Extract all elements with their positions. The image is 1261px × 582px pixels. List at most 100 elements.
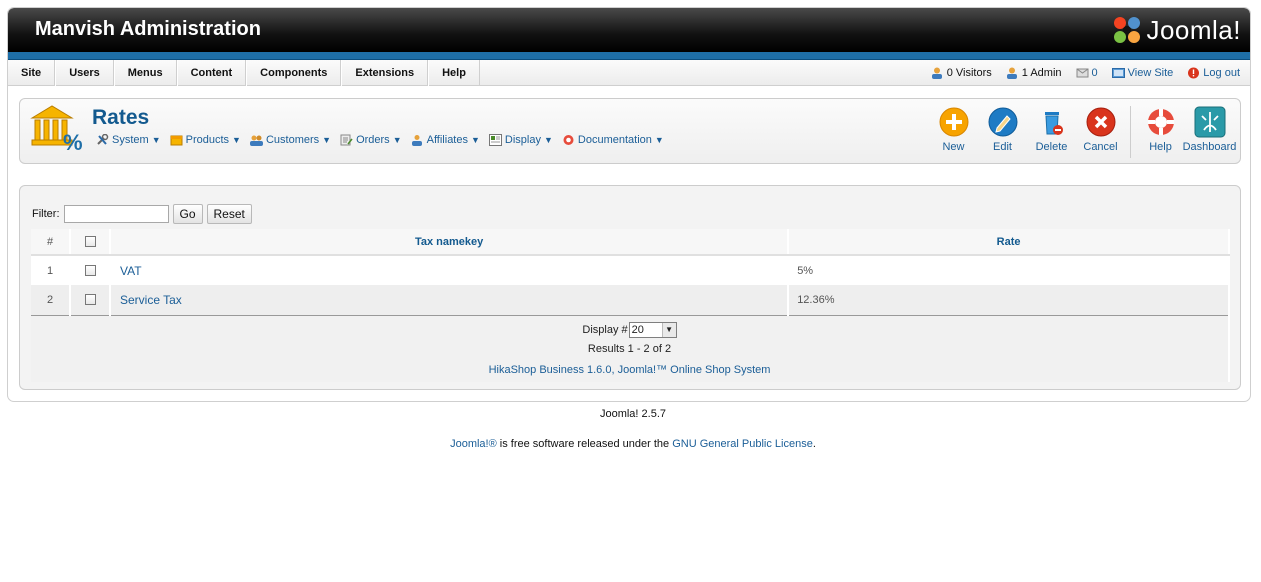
license-period: . [812, 438, 816, 450]
row-checkbox[interactable] [84, 294, 96, 306]
col-tax-namekey[interactable]: Tax namekey [110, 229, 790, 256]
chevron-down-icon: ▼ [151, 135, 161, 145]
chevron-down-icon: ▼ [470, 135, 480, 145]
submenu-system[interactable]: System ▼ [96, 134, 161, 146]
go-button[interactable]: Go [172, 204, 203, 224]
help-button-label: Help [1149, 141, 1172, 153]
view-site[interactable]: View Site [1111, 67, 1174, 79]
affiliates-icon [411, 135, 422, 146]
svg-text:%: % [63, 130, 82, 152]
chevron-down-icon: ▼ [392, 135, 402, 145]
display-label: Display # [582, 323, 628, 336]
lifebuoy-icon [563, 135, 574, 145]
view-site-icon [1111, 68, 1125, 78]
submenu-orders[interactable]: Orders ▼ [340, 134, 402, 146]
cancel-button[interactable]: Cancel [1076, 106, 1125, 158]
table-row: 1 VAT 5% [31, 255, 1230, 285]
customers-icon [249, 135, 263, 146]
visitors-icon [931, 67, 942, 79]
menu-content[interactable]: Content [176, 60, 247, 86]
filter-bar: Filter: Go Reset [32, 204, 252, 224]
orders-icon [340, 134, 353, 146]
plus-icon [939, 107, 968, 137]
dashboard-button[interactable]: Dashboard [1183, 106, 1236, 158]
display-select-value: 20 [631, 323, 644, 336]
logout[interactable]: Log out [1187, 67, 1240, 79]
submenu-orders-label: Orders [356, 134, 390, 146]
namekey-link[interactable]: Service Tax [120, 293, 182, 307]
license-line: Joomla!® is free software released under… [0, 438, 1261, 450]
cancel-button-label: Cancel [1083, 141, 1118, 153]
chevron-down-icon: ▼ [232, 135, 241, 145]
submenu-products-label: Products [185, 134, 230, 146]
rate-cell: 12.36% [788, 285, 1230, 315]
new-button[interactable]: New [929, 106, 978, 158]
products-icon [170, 135, 183, 146]
filter-label: Filter: [32, 208, 60, 220]
col-checkall [70, 229, 111, 256]
col-rate[interactable]: Rate [788, 229, 1230, 256]
gpl-link[interactable]: GNU General Public License [672, 438, 813, 450]
trash-icon [1044, 112, 1063, 135]
toolbar-divider [1130, 106, 1131, 158]
edit-button[interactable]: Edit [978, 106, 1027, 158]
table-footer: Display # 20 ▼ Results 1 - 2 of 2 HikaSh… [31, 314, 1230, 382]
license-text: is free software released under the [496, 438, 673, 450]
chevron-down-icon: ▼ [654, 135, 664, 145]
dashboard-icon [1194, 106, 1225, 138]
logout-icon [1188, 67, 1200, 79]
main-menu-bar: Site Users Menus Content Components Exte… [8, 60, 1250, 86]
hikashop-submenu: System ▼ Products ▼ Customers ▼ Orders ▼ Aff… [96, 134, 664, 146]
menu-menus[interactable]: Menus [113, 60, 177, 86]
menu-site[interactable]: Site [8, 60, 56, 86]
display-icon [488, 134, 502, 146]
submenu-customers[interactable]: Customers ▼ [249, 134, 332, 146]
joomla-logo-icon [1114, 17, 1141, 43]
namekey-cell: VAT [110, 255, 790, 285]
logout-link[interactable]: Log out [1203, 67, 1240, 79]
table-header-row: # Tax namekey Rate [31, 229, 1230, 256]
visitors-status: 0 Visitors [931, 67, 992, 79]
table-footer-row: Display # 20 ▼ Results 1 - 2 of 2 HikaSh… [31, 314, 1230, 382]
rates-page-icon: % [30, 105, 82, 152]
joomla-link[interactable]: Joomla!® [450, 438, 497, 450]
row-check-cell [70, 255, 111, 285]
header-bar: Manvish Administration Joomla! [8, 8, 1250, 52]
row-check-cell [70, 285, 111, 315]
help-button[interactable]: Help [1136, 106, 1185, 158]
pencil-icon [988, 107, 1017, 137]
view-site-link[interactable]: View Site [1128, 67, 1174, 79]
toolbar-buttons: New Edit Delete Cancel Help Dashboard [929, 106, 1236, 158]
submenu-products[interactable]: Products ▼ [170, 134, 241, 146]
display-select[interactable]: 20 ▼ [628, 321, 677, 338]
table-row: 2 Service Tax 12.36% [31, 285, 1230, 315]
admins-status: 1 Admin [1006, 67, 1062, 79]
admin-user-icon [1006, 67, 1017, 79]
messages-status[interactable]: 0 [1076, 67, 1098, 79]
menu-extensions[interactable]: Extensions [341, 60, 429, 86]
site-title: Manvish Administration [35, 18, 261, 40]
joomla-version: Joomla! 2.5.7 [599, 408, 667, 420]
row-number: 2 [31, 285, 71, 315]
delete-button[interactable]: Delete [1027, 106, 1076, 158]
row-checkbox[interactable] [84, 265, 96, 277]
filter-input[interactable] [63, 205, 169, 223]
submenu-affiliates[interactable]: Affiliates ▼ [411, 134, 480, 146]
visitors-count: 0 Visitors [946, 67, 992, 79]
page-title: Rates [92, 106, 150, 129]
namekey-link[interactable]: VAT [120, 264, 142, 278]
new-button-label: New [942, 141, 965, 153]
chevron-down-icon: ▼ [322, 135, 332, 145]
edit-button-label: Edit [993, 141, 1012, 153]
reset-button[interactable]: Reset [206, 204, 252, 224]
messages-link[interactable]: 0 [1092, 67, 1098, 79]
powered-by-link[interactable]: HikaShop Business 1.6.0, Joomla!™ Online… [31, 364, 1228, 382]
chevron-down-icon: ▼ [661, 322, 676, 337]
menu-help[interactable]: Help [428, 60, 480, 86]
menu-components[interactable]: Components [246, 60, 342, 86]
submenu-display[interactable]: Display ▼ [488, 134, 553, 146]
menu-users[interactable]: Users [55, 60, 114, 86]
check-all-checkbox[interactable] [84, 236, 96, 248]
results-count: Results 1 - 2 of 2 [587, 342, 672, 355]
submenu-documentation[interactable]: Documentation ▼ [562, 134, 664, 146]
